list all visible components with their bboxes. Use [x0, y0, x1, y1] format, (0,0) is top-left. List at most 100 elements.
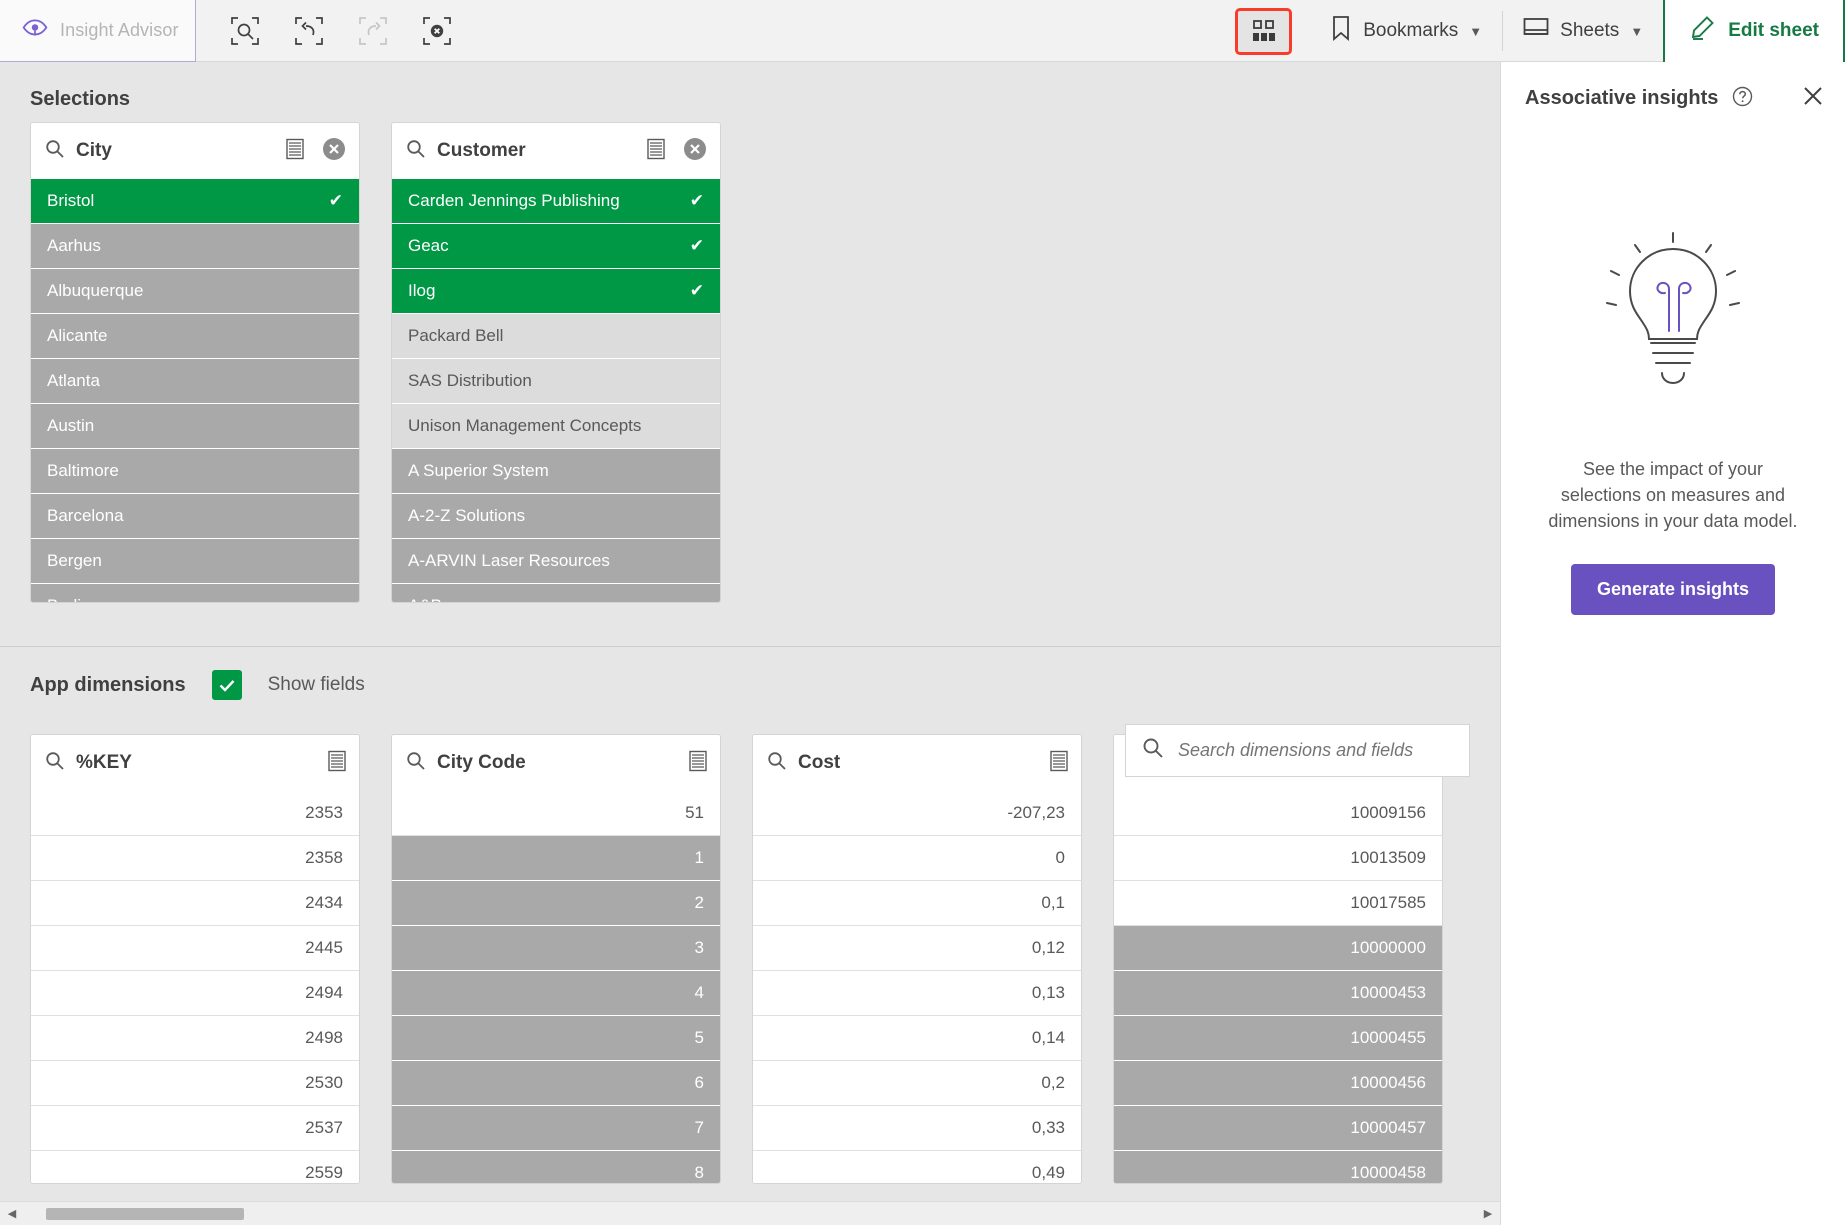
listbox-row[interactable]: A-2-Z Solutions [392, 494, 720, 539]
clear-selection-icon[interactable] [682, 136, 708, 167]
listbox-row[interactable]: 0,2 [753, 1061, 1081, 1106]
listbox-row[interactable]: 2434 [31, 881, 359, 926]
list-view-icon[interactable] [688, 750, 708, 777]
listbox-row[interactable]: SAS Distribution [392, 359, 720, 404]
generate-insights-button[interactable]: Generate insights [1570, 564, 1776, 615]
selections-search-icon[interactable] [228, 14, 262, 48]
show-fields-checkbox[interactable] [211, 670, 242, 700]
listbox-row[interactable]: 0 [753, 836, 1081, 881]
listbox-row[interactable]: Albuquerque [31, 269, 359, 314]
listbox-row[interactable]: Austin [31, 404, 359, 449]
associative-insights-header: Associative insights [1501, 62, 1845, 113]
listbox-header-icons [1049, 750, 1069, 777]
dimension-search-box[interactable] [1125, 724, 1470, 777]
listbox-header[interactable]: %KEY [31, 735, 359, 791]
scroll-left-arrow[interactable]: ◀ [0, 1202, 24, 1226]
listbox-row[interactable]: Ilog ✔ [392, 269, 720, 314]
listbox-row[interactable]: 8 [392, 1151, 720, 1183]
listbox-row[interactable]: 2445 [31, 926, 359, 971]
listbox-row[interactable]: 2559 [31, 1151, 359, 1183]
listbox-row[interactable]: 10013509 [1114, 836, 1442, 881]
step-forward-icon[interactable] [356, 14, 390, 48]
listbox-row-label: 10013509 [1350, 848, 1426, 867]
listbox-row[interactable]: 7 [392, 1106, 720, 1151]
scrollbar-track[interactable] [24, 1202, 1476, 1226]
search-input[interactable] [1178, 740, 1453, 761]
list-view-icon[interactable] [327, 750, 347, 777]
listbox-row[interactable]: 0,14 [753, 1016, 1081, 1061]
sheets-menu[interactable]: Sheets ▼ [1503, 0, 1663, 62]
listbox-header[interactable]: Cost [753, 735, 1081, 791]
close-icon[interactable] [1801, 84, 1825, 113]
help-icon[interactable] [1732, 86, 1753, 112]
listbox-row[interactable]: Bristol ✔ [31, 179, 359, 224]
list-view-icon[interactable] [285, 138, 305, 165]
listbox-header[interactable]: City [31, 123, 359, 179]
list-view-icon[interactable] [646, 138, 666, 165]
listbox-row[interactable]: Atlanta [31, 359, 359, 404]
listbox-row[interactable]: 51 [392, 791, 720, 836]
listbox-row[interactable]: 10000453 [1114, 971, 1442, 1016]
listbox-row[interactable]: 1 [392, 836, 720, 881]
listbox-header-icons [327, 750, 347, 777]
listbox-row[interactable]: 6 [392, 1061, 720, 1106]
clear-selections-icon[interactable] [420, 14, 454, 48]
listbox-row[interactable]: 2 [392, 881, 720, 926]
list-view-icon[interactable] [1049, 750, 1069, 777]
listbox-row[interactable]: 10000456 [1114, 1061, 1442, 1106]
listbox-row[interactable]: Unison Management Concepts [392, 404, 720, 449]
listbox-row[interactable]: 10000455 [1114, 1016, 1442, 1061]
listbox-row[interactable]: Berlin [31, 584, 359, 602]
listbox-row[interactable]: 2494 [31, 971, 359, 1016]
listbox-row[interactable]: 10000000 [1114, 926, 1442, 971]
step-back-icon[interactable] [292, 14, 326, 48]
listbox-row[interactable]: 2530 [31, 1061, 359, 1106]
horizontal-scrollbar[interactable]: ◀ ▶ [0, 1201, 1500, 1225]
listbox-row-label: 1 [694, 848, 704, 867]
listbox-row[interactable]: Packard Bell [392, 314, 720, 359]
listbox-row[interactable]: -207,23 [753, 791, 1081, 836]
listbox-row[interactable]: 0,13 [753, 971, 1081, 1016]
listbox-header[interactable]: Customer [392, 123, 720, 179]
listbox-row[interactable]: 10009156 [1114, 791, 1442, 836]
listbox-row[interactable]: 10017585 [1114, 881, 1442, 926]
listbox-row[interactable]: 2353 [31, 791, 359, 836]
listbox-row[interactable]: 2498 [31, 1016, 359, 1061]
listbox-row[interactable]: 2358 [31, 836, 359, 881]
selection-tool-button[interactable] [1235, 7, 1293, 55]
listbox-row[interactable]: 3 [392, 926, 720, 971]
listbox-row[interactable]: Carden Jennings Publishing ✔ [392, 179, 720, 224]
listbox-row-label: Baltimore [47, 461, 119, 480]
listbox-row[interactable]: 4 [392, 971, 720, 1016]
listbox-row[interactable]: Baltimore [31, 449, 359, 494]
listbox-row[interactable]: 10000457 [1114, 1106, 1442, 1151]
edit-sheet-button[interactable]: Edit sheet [1663, 0, 1845, 62]
listbox-row[interactable]: 0,12 [753, 926, 1081, 971]
listbox-row[interactable]: 0,33 [753, 1106, 1081, 1151]
listbox-row[interactable]: A-ARVIN Laser Resources [392, 539, 720, 584]
listbox-row[interactable]: 0,49 [753, 1151, 1081, 1183]
scrollbar-thumb[interactable] [46, 1207, 244, 1220]
listbox-row[interactable]: Barcelona [31, 494, 359, 539]
listbox-row[interactable]: Geac ✔ [392, 224, 720, 269]
listbox-row[interactable]: Bergen [31, 539, 359, 584]
listbox-row-label: 51 [685, 803, 704, 822]
search-icon [45, 139, 65, 164]
listbox-row[interactable]: Aarhus [31, 224, 359, 269]
bookmarks-menu[interactable]: Bookmarks ▼ [1310, 0, 1502, 62]
sheet-icon [1523, 17, 1549, 45]
listbox-header[interactable]: City Code [392, 735, 720, 791]
bookmark-icon [1330, 15, 1352, 47]
clear-selection-icon[interactable] [321, 136, 347, 167]
show-fields-label: Show fields [267, 674, 365, 695]
listbox-row[interactable]: 0,1 [753, 881, 1081, 926]
listbox-row[interactable]: A&B [392, 584, 720, 602]
scroll-right-arrow[interactable]: ▶ [1476, 1202, 1500, 1226]
listbox-row[interactable]: A Superior System [392, 449, 720, 494]
listbox-row[interactable]: 5 [392, 1016, 720, 1061]
listbox-row[interactable]: 10000458 [1114, 1151, 1442, 1183]
listbox-row[interactable]: Alicante [31, 314, 359, 359]
listbox-row[interactable]: 2537 [31, 1106, 359, 1151]
check-icon: ✔ [689, 236, 704, 255]
insight-advisor-button[interactable]: Insight Advisor [0, 0, 196, 62]
